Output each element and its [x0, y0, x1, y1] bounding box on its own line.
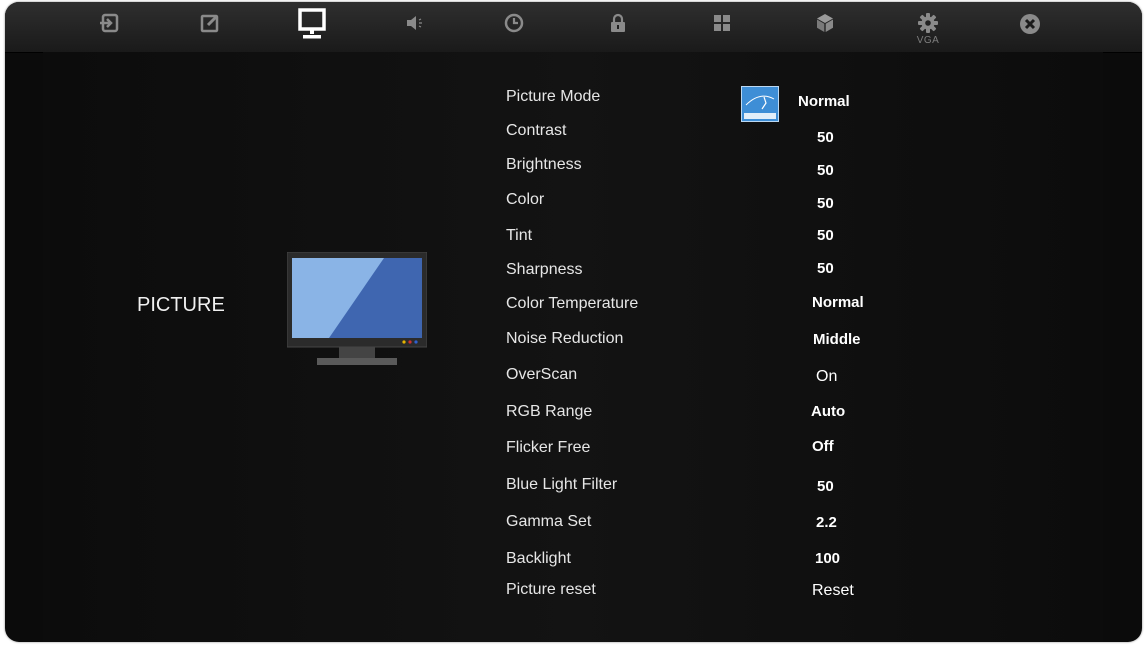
backlight-label[interactable]: Backlight	[506, 550, 571, 568]
gamma-set-label[interactable]: Gamma Set	[506, 513, 591, 531]
input-icon	[100, 13, 119, 33]
tint-value[interactable]: 50	[817, 227, 834, 244]
sharpness-label[interactable]: Sharpness	[506, 261, 583, 279]
blue-light-filter-label[interactable]: Blue Light Filter	[506, 476, 617, 494]
color-temperature-label[interactable]: Color Temperature	[506, 295, 638, 313]
tab-time[interactable]	[494, 8, 534, 46]
tab-picture[interactable]	[292, 8, 332, 46]
energy-star-logo	[741, 86, 779, 122]
color-temperature-value[interactable]: Normal	[812, 294, 864, 311]
osd-window: VGA PICTURE Picture Mode Contrast Bright…	[5, 2, 1142, 642]
brightness-value[interactable]: 50	[817, 162, 834, 179]
noise-reduction-label[interactable]: Noise Reduction	[506, 330, 623, 348]
gamma-set-value[interactable]: 2.2	[816, 514, 837, 531]
clock-icon	[504, 13, 524, 33]
tab-audio[interactable]	[395, 8, 435, 46]
noise-reduction-value[interactable]: Middle	[813, 331, 861, 348]
blue-light-filter-value[interactable]: 50	[817, 478, 834, 495]
tint-label[interactable]: Tint	[506, 227, 532, 245]
picture-mode-value[interactable]: Normal	[798, 93, 850, 110]
cube-icon	[817, 14, 833, 32]
contrast-label[interactable]: Contrast	[506, 122, 566, 140]
tab-input[interactable]	[89, 8, 129, 46]
tab-settings[interactable]: VGA	[908, 8, 948, 46]
color-value[interactable]: 50	[817, 195, 834, 212]
rgb-range-label[interactable]: RGB Range	[506, 403, 592, 421]
flicker-free-value[interactable]: Off	[812, 438, 834, 455]
rgb-range-value[interactable]: Auto	[811, 403, 845, 420]
monitor-illustration	[287, 252, 427, 365]
picture-mode-label[interactable]: Picture Mode	[506, 88, 600, 106]
brightness-label[interactable]: Brightness	[506, 156, 582, 174]
vga-label: VGA	[916, 35, 940, 46]
overscan-label[interactable]: OverScan	[506, 366, 577, 384]
speaker-icon	[407, 16, 422, 30]
tab-apps[interactable]	[702, 8, 742, 46]
lock-icon	[611, 13, 625, 32]
tab-3d[interactable]	[805, 8, 845, 46]
top-tab-bar: VGA	[5, 2, 1142, 53]
backlight-value[interactable]: 100	[815, 550, 840, 567]
flicker-free-label[interactable]: Flicker Free	[506, 439, 590, 457]
grid-icon	[714, 15, 730, 31]
tab-exit[interactable]	[1010, 8, 1050, 46]
tab-lock[interactable]	[598, 8, 638, 46]
overscan-value[interactable]: On	[816, 368, 837, 386]
monitor-icon	[298, 8, 326, 39]
section-title: PICTURE	[137, 294, 225, 316]
picture-reset-button[interactable]: Reset	[812, 582, 854, 600]
close-icon	[1020, 14, 1040, 34]
edit-icon	[200, 14, 219, 33]
gear-icon	[918, 13, 938, 33]
color-label[interactable]: Color	[506, 191, 544, 209]
sharpness-value[interactable]: 50	[817, 260, 834, 277]
tab-edit[interactable]	[190, 8, 230, 46]
picture-reset-label[interactable]: Picture reset	[506, 581, 596, 599]
contrast-value[interactable]: 50	[817, 129, 834, 146]
